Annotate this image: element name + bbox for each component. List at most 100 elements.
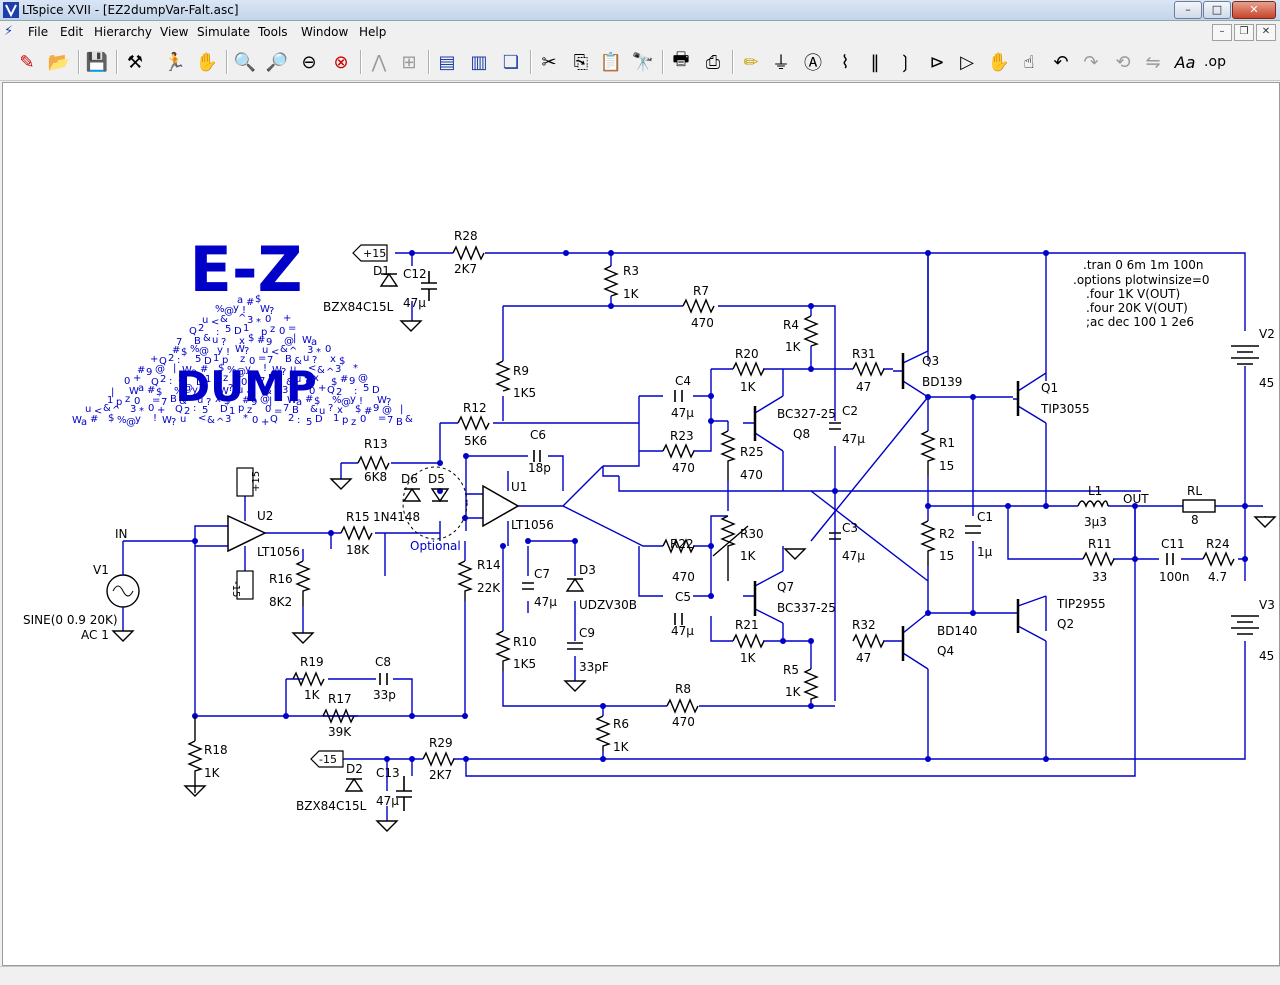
mirror-icon[interactable]: ⇋ <box>1140 49 1166 75</box>
move-icon[interactable]: ✋ <box>986 49 1012 75</box>
directive-options: .options plotwinsize=0 <box>1073 273 1210 287</box>
svg-text:TIP3055: TIP3055 <box>1040 402 1090 416</box>
svg-text:R22: R22 <box>670 537 694 551</box>
svg-text:1K: 1K <box>304 688 321 702</box>
text-icon[interactable]: Aa <box>1172 49 1198 75</box>
ground-icon[interactable]: ⏚ <box>768 49 794 75</box>
menu-view[interactable]: View <box>160 25 188 39</box>
window-title: LTspice XVII - [EZ2dumpVar-Falt.asc] <box>22 3 239 17</box>
paste-icon[interactable]: 📋 <box>598 49 624 75</box>
tile-vertical-icon[interactable]: ▥ <box>466 49 492 75</box>
svg-text:R25: R25 <box>740 445 764 459</box>
svg-text:47µ: 47µ <box>842 549 865 563</box>
menu-file[interactable]: File <box>28 25 48 39</box>
draw-wire-icon[interactable]: ✏ <box>738 49 764 75</box>
zoom-in-icon[interactable]: 🔍 <box>232 49 258 75</box>
svg-text:1K: 1K <box>204 766 221 780</box>
menu-tools[interactable]: Tools <box>258 25 288 39</box>
control-panel-icon[interactable]: ⚒ <box>122 49 148 75</box>
drag-icon[interactable]: ☝ <box>1016 49 1042 75</box>
svg-text:D3: D3 <box>579 563 596 577</box>
minimize-button[interactable]: – <box>1174 1 1202 19</box>
svg-text:18p: 18p <box>528 461 551 475</box>
print-icon[interactable]: ⎙ <box>700 49 726 75</box>
svg-text:R5: R5 <box>783 663 799 677</box>
component-icon[interactable]: ▷ <box>954 49 980 75</box>
inductor-icon[interactable]: ❳ <box>892 49 918 75</box>
close-button[interactable]: ✕ <box>1232 1 1276 19</box>
svg-text:22K: 22K <box>477 581 501 595</box>
status-bar <box>0 966 1280 985</box>
svg-text:R21: R21 <box>735 618 759 632</box>
svg-text:15: 15 <box>939 549 954 563</box>
svg-text:47: 47 <box>856 651 871 665</box>
zoom-fit-icon[interactable]: ⊗ <box>328 49 354 75</box>
svg-text:R7: R7 <box>693 284 709 298</box>
svg-text:R20: R20 <box>735 347 759 361</box>
svg-text:C8: C8 <box>375 655 391 669</box>
cut-icon[interactable]: ✂ <box>536 49 562 75</box>
svg-text:Q8: Q8 <box>793 427 810 441</box>
pan-icon[interactable]: 🔎 <box>264 49 290 75</box>
svg-text:Q3: Q3 <box>922 354 939 368</box>
svg-text:45: 45 <box>1259 376 1274 390</box>
halt-icon[interactable]: ✋ <box>194 49 220 75</box>
svg-text:2K7: 2K7 <box>454 262 477 276</box>
svg-text:470: 470 <box>672 715 695 729</box>
schematic-canvas[interactable]: a #$ %@y! W? u <& ^3 * 0 + Q2:5 D1 p z 0 = 7 B &u? x $ #9 @| Wa… <box>2 82 1280 966</box>
cascade-icon[interactable]: ❏ <box>498 49 524 75</box>
print-setup-icon[interactable]: 🖶 <box>668 49 694 75</box>
copy-icon[interactable]: ⎘ <box>568 49 594 75</box>
diode-icon[interactable]: ⊳ <box>924 49 950 75</box>
svg-text:D5: D5 <box>428 472 445 486</box>
document-icon[interactable]: ⚡ <box>4 24 13 39</box>
svg-text:47µ: 47µ <box>842 432 865 446</box>
maximize-button[interactable]: □ <box>1203 1 1231 19</box>
tile-horizontal-icon[interactable]: ▤ <box>434 49 460 75</box>
directive-tran: .tran 0 6m 1m 100n <box>1083 258 1203 272</box>
svg-text:U2: U2 <box>257 509 273 523</box>
menu-hierarchy[interactable]: Hierarchy <box>94 25 152 39</box>
mdi-close-button[interactable]: ✕ <box>1256 24 1276 41</box>
zoom-out-icon[interactable]: ⊖ <box>296 49 322 75</box>
svg-text:47µ: 47µ <box>376 794 399 808</box>
menu-edit[interactable]: Edit <box>60 25 83 39</box>
menu-help[interactable]: Help <box>359 25 386 39</box>
svg-text:R3: R3 <box>623 264 639 278</box>
svg-text:BZX84C15L: BZX84C15L <box>323 300 394 314</box>
grid-icon[interactable]: ⊞ <box>396 49 422 75</box>
menu-window[interactable]: Window <box>301 25 348 39</box>
undo-icon[interactable]: ↶ <box>1048 49 1074 75</box>
svg-text:1K: 1K <box>740 380 757 394</box>
open-icon[interactable]: 📂 <box>46 49 72 75</box>
svg-text:8: 8 <box>1191 513 1199 527</box>
svg-text:1K: 1K <box>740 549 757 563</box>
svg-text:33pF: 33pF <box>579 660 609 674</box>
svg-text:8K2: 8K2 <box>269 595 292 609</box>
net-u2-neg: -15 <box>230 581 241 597</box>
svg-text:BZX84C15L: BZX84C15L <box>296 799 367 813</box>
svg-text:18K: 18K <box>346 543 370 557</box>
spice-directives[interactable]: .tran 0 6m 1m 100n .options plotwinsize=… <box>1073 258 1210 329</box>
save-icon[interactable]: 💾 <box>84 49 110 75</box>
net-pos15: +15 <box>363 247 386 260</box>
svg-text:R10: R10 <box>513 635 537 649</box>
schematic-drawing[interactable]: a #$ %@y! W? u <& ^3 * 0 + Q2:5 D1 p z 0 = 7 B &u? x $ #9 @| Wa… <box>3 83 1279 965</box>
svg-text:D1: D1 <box>373 264 390 278</box>
run-icon[interactable]: 🏃 <box>162 49 188 75</box>
new-schematic-icon[interactable]: ✎ <box>14 49 40 75</box>
capacitor-icon[interactable]: ‖ <box>862 49 888 75</box>
label-net-icon[interactable]: Ⓐ <box>800 49 826 75</box>
mdi-minimize-button[interactable]: – <box>1212 24 1232 41</box>
spice-directive-icon[interactable]: .op <box>1202 49 1228 75</box>
find-icon[interactable]: 🔭 <box>630 49 656 75</box>
resistor-icon[interactable]: ⌇ <box>832 49 858 75</box>
mdi-restore-button[interactable]: ❐ <box>1234 24 1254 41</box>
rotate-icon[interactable]: ⟲ <box>1110 49 1136 75</box>
svg-text:470: 470 <box>740 468 763 482</box>
menu-simulate[interactable]: Simulate <box>197 25 250 39</box>
svg-text:Q7: Q7 <box>777 580 794 594</box>
autoscale-icon[interactable]: ⋀ <box>366 49 392 75</box>
redo-icon[interactable]: ↷ <box>1078 49 1104 75</box>
svg-text:R30: R30 <box>740 527 764 541</box>
